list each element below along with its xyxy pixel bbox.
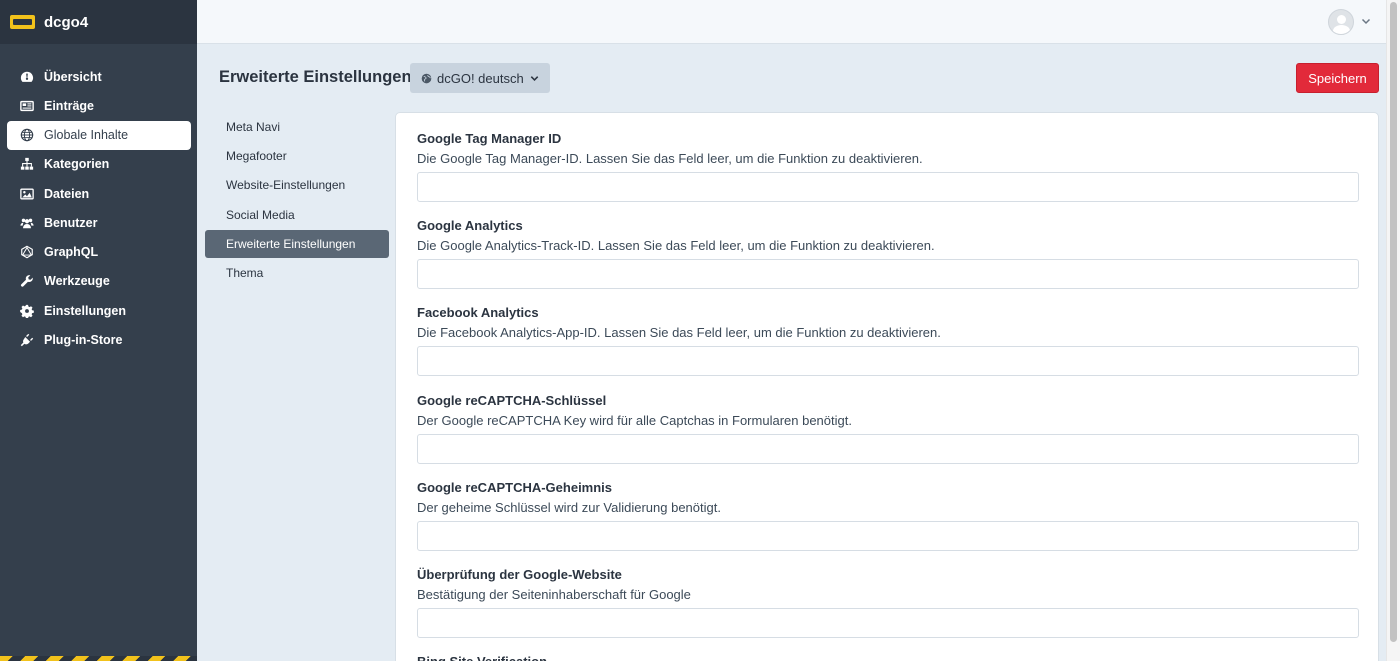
field-help: Die Facebook Analytics-App-ID. Lassen Si… (417, 325, 941, 340)
field-label: Google Analytics (417, 218, 523, 233)
sitemap-icon (20, 157, 34, 171)
field-google-tag-manager: Google Tag Manager ID Die Google Tag Man… (417, 130, 1359, 202)
field-help: Der Google reCAPTCHA Key wird für alle C… (417, 413, 852, 428)
brand-logo (10, 15, 35, 29)
sidebar: dcgo4 Übersicht Einträge Globale Inhalte… (0, 0, 197, 661)
subnav-item-website-einstellungen[interactable]: Website-Einstellungen (205, 171, 389, 200)
users-icon (20, 216, 34, 230)
field-label: Google reCAPTCHA-Geheimnis (417, 480, 613, 495)
topbar (197, 0, 1386, 44)
chevron-down-icon[interactable] (1360, 15, 1372, 27)
chevron-down-icon (530, 75, 538, 81)
save-button[interactable]: Speichern (1296, 63, 1379, 93)
sidebar-item-label: Benutzer (44, 215, 98, 230)
field-label: Facebook Analytics (417, 305, 539, 320)
google-site-verification-input[interactable] (417, 608, 1359, 638)
field-recaptcha-key: Google reCAPTCHA-Schlüssel Der Google re… (417, 392, 1359, 464)
language-dropdown[interactable]: dcGO! deutsch (410, 63, 550, 93)
brand[interactable]: dcgo4 (0, 0, 197, 44)
settings-subnav: Meta Navi Megafooter Website-Einstellung… (205, 112, 389, 288)
subnav-item-erweiterte-einstellungen[interactable]: Erweiterte Einstellungen (205, 229, 389, 258)
user-avatar[interactable] (1328, 9, 1354, 35)
subnav-item-meta-navi[interactable]: Meta Navi (205, 112, 389, 141)
google-analytics-input[interactable] (417, 259, 1359, 289)
image-icon (20, 187, 34, 201)
sidebar-item-einstellungen[interactable]: Einstellungen (0, 296, 197, 325)
field-help: Die Google Tag Manager-ID. Lassen Sie da… (417, 151, 923, 166)
wrench-icon (20, 274, 34, 288)
hazard-stripe (0, 656, 197, 661)
subnav-item-megafooter[interactable]: Megafooter (205, 141, 389, 170)
scrollbar[interactable] (1386, 0, 1400, 661)
gear-icon (20, 304, 34, 318)
subnav-item-thema[interactable]: Thema (205, 258, 389, 287)
plug-icon (20, 333, 34, 347)
field-recaptcha-secret: Google reCAPTCHA-Geheimnis Der geheime S… (417, 479, 1359, 551)
field-help: Die Google Analytics-Track-ID. Lassen Si… (417, 238, 935, 253)
facebook-analytics-input[interactable] (417, 346, 1359, 376)
sidebar-item-dateien[interactable]: Dateien (0, 179, 197, 208)
sidebar-item-label: Plug-in-Store (44, 333, 123, 348)
sidebar-item-label: GraphQL (44, 245, 99, 260)
settings-card: Google Tag Manager ID Die Google Tag Man… (395, 112, 1379, 661)
field-help: Der geheime Schlüssel wird zur Validieru… (417, 500, 721, 515)
sidebar-item-werkzeuge[interactable]: Werkzeuge (0, 267, 197, 296)
sidebar-item-plugin-store[interactable]: Plug-in-Store (0, 325, 197, 354)
globe-icon (20, 128, 34, 142)
field-label: Google reCAPTCHA-Schlüssel (417, 393, 607, 408)
sidebar-item-label: Einträge (44, 98, 95, 113)
sidebar-item-label: Kategorien (44, 157, 110, 172)
sidebar-item-benutzer[interactable]: Benutzer (0, 208, 197, 237)
sidebar-item-label: Übersicht (44, 69, 102, 84)
sidebar-item-label: Globale Inhalte (44, 128, 129, 143)
scrollbar-thumb[interactable] (1390, 2, 1397, 642)
field-help: Bestätigung der Seiteninhaberschaft für … (417, 587, 691, 602)
sidebar-item-label: Dateien (44, 186, 90, 201)
field-facebook-analytics: Facebook Analytics Die Facebook Analytic… (417, 304, 1359, 376)
field-bing-site-verification: Bing Site Verification (417, 653, 1359, 661)
subnav-item-social-media[interactable]: Social Media (205, 200, 389, 229)
brand-name: dcgo4 (44, 13, 89, 31)
dashboard-icon (20, 70, 34, 84)
field-label: Google Tag Manager ID (417, 131, 562, 146)
sidebar-item-graphql[interactable]: GraphQL (0, 237, 197, 266)
recaptcha-secret-input[interactable] (417, 521, 1359, 551)
field-google-analytics: Google Analytics Die Google Analytics-Tr… (417, 217, 1359, 289)
sidebar-item-label: Werkzeuge (44, 274, 110, 289)
recaptcha-key-input[interactable] (417, 434, 1359, 464)
sidebar-item-label: Einstellungen (44, 303, 126, 318)
sidebar-nav: Übersicht Einträge Globale Inhalte Kateg… (0, 44, 197, 355)
language-label: dcGO! deutsch (437, 70, 524, 86)
sidebar-item-globale-inhalte[interactable]: Globale Inhalte (7, 120, 191, 150)
globe-icon (421, 73, 432, 83)
field-label: Bing Site Verification (417, 653, 1359, 661)
graphql-icon (20, 245, 34, 259)
google-tag-manager-id-input[interactable] (417, 172, 1359, 202)
field-google-site-verification: Überprüfung der Google-Website Bestätigu… (417, 566, 1359, 638)
sidebar-item-uebersicht[interactable]: Übersicht (0, 62, 197, 91)
sidebar-item-eintraege[interactable]: Einträge (0, 91, 197, 120)
page-title: Erweiterte Einstellungen (219, 68, 412, 86)
sidebar-item-kategorien[interactable]: Kategorien (0, 150, 197, 179)
field-label: Überprüfung der Google-Website (417, 567, 622, 582)
newspaper-icon (20, 99, 34, 113)
